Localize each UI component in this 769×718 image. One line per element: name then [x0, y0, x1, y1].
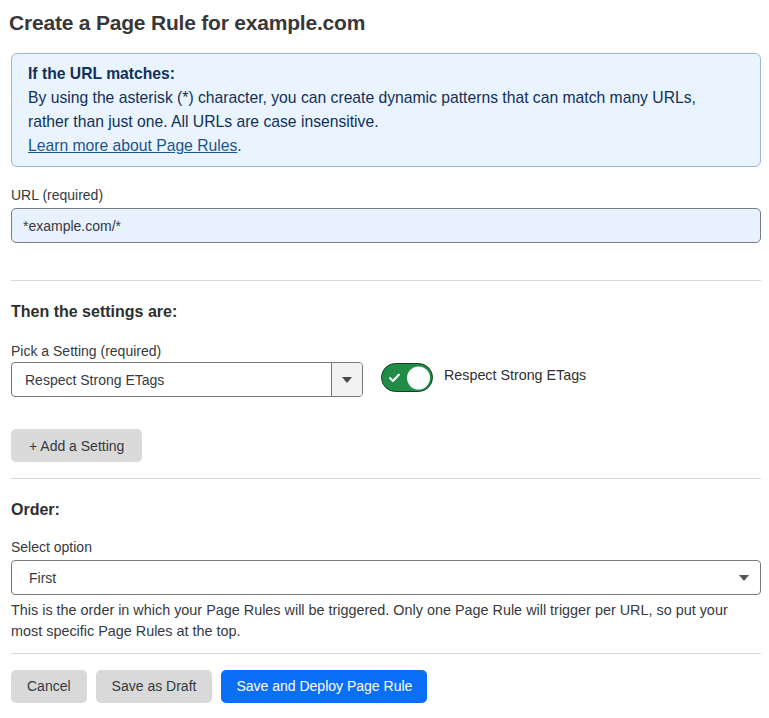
- dropdown-arrow-icon: [342, 377, 352, 383]
- info-box-body-line2: rather than just one. All URLs are case …: [28, 110, 744, 134]
- setting-row: Respect Strong ETags Respect Strong ETag…: [11, 362, 761, 397]
- action-buttons: Cancel Save as Draft Save and Deploy Pag…: [11, 670, 761, 703]
- etags-toggle[interactable]: [381, 363, 433, 392]
- url-field-label: URL (required): [11, 187, 761, 204]
- select-option-label: Select option: [11, 539, 761, 556]
- page-rule-form: Create a Page Rule for example.com If th…: [11, 10, 761, 703]
- divider-url-settings: [11, 280, 761, 281]
- add-setting-button[interactable]: + Add a Setting: [11, 429, 142, 462]
- url-match-info-box: If the URL matches: By using the asteris…: [11, 53, 761, 167]
- order-select-value: First: [29, 570, 56, 586]
- setting-dropdown-value: Respect Strong ETags: [12, 363, 331, 396]
- pick-setting-label: Pick a Setting (required): [11, 343, 761, 360]
- divider-settings-order: [11, 478, 761, 479]
- order-help-text: This is the order in which your Page Rul…: [11, 600, 761, 642]
- page-title: Create a Page Rule for example.com: [9, 10, 761, 36]
- order-select[interactable]: First: [11, 560, 761, 595]
- order-select-chevron-icon: [739, 575, 749, 581]
- order-help-line1: This is the order in which your Page Rul…: [11, 600, 761, 621]
- info-box-heading: If the URL matches:: [28, 62, 744, 86]
- link-period: .: [237, 137, 241, 154]
- toggle-label: Respect Strong ETags: [444, 367, 586, 383]
- toggle-check-icon: [389, 373, 400, 382]
- toggle-knob: [407, 366, 430, 389]
- setting-dropdown[interactable]: Respect Strong ETags: [11, 362, 363, 397]
- settings-section-heading: Then the settings are:: [11, 302, 761, 321]
- url-input[interactable]: [11, 208, 761, 243]
- order-help-line2: most specific Page Rules at the top.: [11, 621, 761, 642]
- save-draft-button[interactable]: Save as Draft: [96, 670, 213, 703]
- learn-more-link[interactable]: Learn more about Page Rules: [28, 137, 237, 154]
- divider-actions: [11, 653, 761, 654]
- setting-dropdown-arrow-button[interactable]: [331, 363, 362, 396]
- cancel-button[interactable]: Cancel: [11, 670, 87, 703]
- info-box-body-line1: By using the asterisk (*) character, you…: [28, 86, 744, 110]
- order-section-heading: Order:: [11, 500, 761, 519]
- save-deploy-button[interactable]: Save and Deploy Page Rule: [221, 670, 427, 703]
